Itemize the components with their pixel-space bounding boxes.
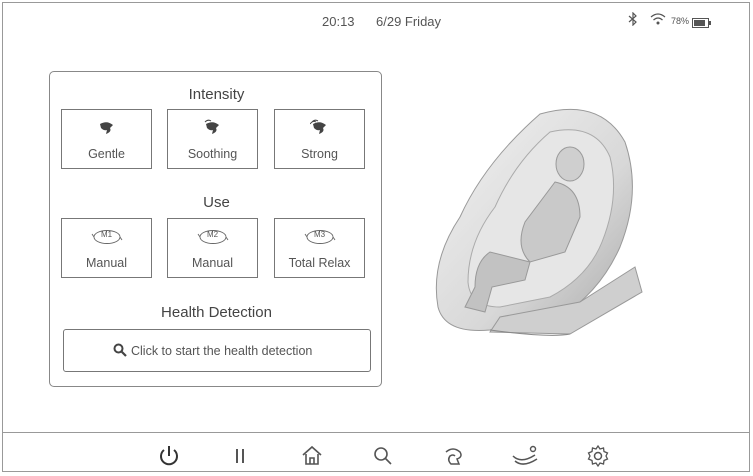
manual-m1-label: Manual [86,256,127,270]
control-panel: Intensity Gentle Soothing Strong Use M1 … [49,71,382,387]
strong-button[interactable]: Strong [274,109,365,169]
health-detection-label: Click to start the health detection [131,344,313,358]
clock: 20:13 [322,14,355,29]
soothing-label: Soothing [187,147,238,161]
m3-badge: M3 [313,230,326,239]
bluetooth-icon [627,11,639,31]
gentle-button[interactable]: Gentle [61,109,152,169]
health-detection-button[interactable]: Click to start the health detection [63,329,371,372]
m2-badge: M2 [206,230,219,239]
home-icon [302,445,322,465]
settings-icon [587,444,609,468]
power-button[interactable] [157,444,185,470]
wifi-icon [650,12,666,31]
home-button[interactable] [300,444,328,470]
soothing-button[interactable]: Soothing [167,109,258,169]
m2-icon: M2 [196,228,230,251]
strong-label: Strong [301,147,338,161]
massage-icon [445,448,462,465]
pause-icon [236,449,244,463]
manual-m1-button[interactable]: M1 Manual [61,218,152,278]
manual-m2-button[interactable]: M2 Manual [167,218,258,278]
settings-button[interactable] [586,444,614,470]
soothing-icon [203,119,223,142]
search-icon [113,343,127,362]
recline-icon [512,445,538,465]
m1-badge: M1 [100,230,113,239]
use-title: Use [203,194,230,211]
battery-percent: 78% [671,16,690,26]
date: 6/29 Friday [376,14,442,29]
status-bar: 20:13 6/29 Friday 78% [0,0,753,40]
strong-icon [309,119,330,142]
gentle-icon [97,119,117,142]
search-icon [374,447,392,465]
health-title: Health Detection [161,304,272,321]
m1-icon: M1 [90,228,124,251]
search-nav-button[interactable] [371,444,399,470]
power-icon [160,446,178,466]
nav-divider [2,432,750,433]
battery-icon [692,15,712,33]
manual-m2-label: Manual [192,256,233,270]
gentle-label: Gentle [88,147,125,161]
intensity-title: Intensity [188,86,245,103]
massage-button[interactable] [441,444,469,470]
total-relax-label: Total Relax [288,256,351,270]
pause-button[interactable] [228,444,256,470]
total-relax-button[interactable]: M3 Total Relax [274,218,365,278]
massage-chair-illustration [430,102,645,347]
m3-icon: M3 [303,228,337,251]
recline-button[interactable] [511,444,539,470]
